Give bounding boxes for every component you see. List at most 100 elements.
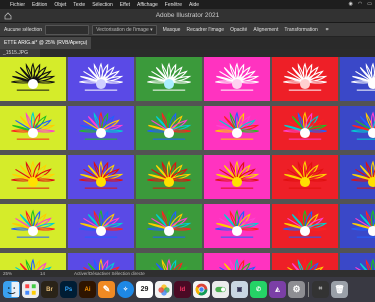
crop-image-button[interactable]: Recadrer l'image	[186, 27, 224, 33]
menu-item-texte[interactable]: Texte	[73, 2, 85, 8]
artboard[interactable]	[136, 106, 202, 150]
menu-item-edition[interactable]: Edition	[32, 2, 47, 8]
fan-motif	[151, 258, 188, 270]
menu-item-effet[interactable]: Effet	[120, 2, 130, 8]
fan-motif	[215, 62, 260, 91]
control-bar: Aucune sélection Vectorisation de l'imag…	[0, 23, 375, 37]
whatsapp-icon[interactable]: ✆	[250, 281, 267, 298]
menu-item-affichage[interactable]: Affichage	[137, 2, 158, 8]
selection-status: Aucune sélection	[4, 26, 43, 33]
artboard[interactable]	[0, 204, 66, 248]
artboard[interactable]	[68, 253, 134, 270]
fan-motif	[79, 160, 124, 189]
opacity-button[interactable]: Opacité	[230, 27, 247, 33]
fan-motif	[11, 160, 56, 189]
fan-motif	[215, 209, 260, 238]
fan-motif	[283, 62, 328, 91]
photos-icon[interactable]	[155, 281, 172, 298]
bridge-icon[interactable]: Br	[41, 281, 58, 298]
fan-motif	[215, 111, 260, 140]
fan-motif	[79, 62, 124, 91]
settings-icon[interactable]: ⚙	[288, 281, 305, 298]
panel-options-icon[interactable]: ⌗	[326, 27, 329, 33]
menu-item-objet[interactable]: Objet	[54, 2, 66, 8]
artboard[interactable]	[272, 106, 338, 150]
fan-motif	[79, 209, 124, 238]
artboard[interactable]	[204, 204, 270, 248]
calendar-icon[interactable]: 29	[136, 281, 153, 298]
artboard[interactable]	[68, 204, 134, 248]
illustrator-icon[interactable]: Ai	[79, 281, 96, 298]
indesign-icon[interactable]: Id	[174, 281, 191, 298]
artboard[interactable]	[136, 253, 202, 270]
align-button[interactable]: Alignement	[253, 27, 278, 33]
artboard[interactable]	[136, 57, 202, 101]
vectorize-dropdown-label: Vectorisation de l'image	[96, 26, 149, 33]
artboard[interactable]	[204, 106, 270, 150]
dock: Br Ps Ai ✎ ✧ 29 Id ▣ ✆ ◭ ⚙ ⌗ 🗑	[0, 277, 375, 302]
menu-item-fenetre[interactable]: Fenêtre	[165, 2, 182, 8]
pencil-icon[interactable]: ✎	[98, 281, 115, 298]
artboard[interactable]	[204, 155, 270, 199]
affinity-icon[interactable]: ◭	[269, 281, 286, 298]
creative-cloud-icon[interactable]: ◉	[349, 1, 353, 7]
battery-icon[interactable]: ▭	[367, 1, 372, 7]
artboard[interactable]	[272, 204, 338, 248]
vectorize-dropdown[interactable]: Vectorisation de l'image ▾	[92, 24, 157, 35]
fan-motif	[79, 111, 124, 140]
finder-icon[interactable]	[3, 281, 20, 298]
mask-button[interactable]: Masque	[163, 27, 181, 33]
artboard[interactable]	[340, 155, 375, 199]
artboard[interactable]	[204, 253, 270, 270]
artboard[interactable]	[272, 57, 338, 101]
menu-item-fichier[interactable]: Fichier	[10, 2, 25, 8]
transform-button[interactable]: Transformation	[284, 27, 317, 33]
zoom-level[interactable]: 25%	[3, 271, 12, 276]
chrome-icon[interactable]	[193, 281, 210, 298]
artboard-canvas[interactable]	[0, 57, 375, 270]
window-title: Adobe Illustrator 2021	[155, 12, 220, 19]
fan-motif	[283, 209, 328, 238]
artboard[interactable]	[136, 204, 202, 248]
artboard[interactable]	[340, 106, 375, 150]
artboard[interactable]	[136, 155, 202, 199]
trash-icon[interactable]: 🗑	[331, 281, 348, 298]
tab-image[interactable]: _1515.JPG	[0, 49, 40, 57]
artboard[interactable]	[340, 57, 375, 101]
artboard[interactable]	[272, 155, 338, 199]
fan-motif	[219, 258, 256, 270]
fan-motif	[355, 258, 375, 270]
wifi-icon[interactable]: ◠	[358, 1, 362, 7]
link-field[interactable]	[45, 24, 90, 35]
artboard[interactable]	[340, 253, 375, 270]
artboard[interactable]	[0, 253, 66, 270]
artboard[interactable]	[272, 253, 338, 270]
preview-icon[interactable]: ▣	[231, 281, 248, 298]
toggle-icon[interactable]	[212, 281, 229, 298]
artboard[interactable]	[68, 106, 134, 150]
artboard[interactable]	[340, 204, 375, 248]
fan-motif	[147, 209, 192, 238]
artboard[interactable]	[68, 155, 134, 199]
fan-motif	[283, 160, 328, 189]
photoshop-icon[interactable]: Ps	[60, 281, 77, 298]
launchpad-icon[interactable]	[22, 281, 39, 298]
artboard[interactable]	[204, 57, 270, 101]
menu-item-selection[interactable]: Sélection	[92, 2, 113, 8]
artboard[interactable]	[0, 106, 66, 150]
fan-motif	[11, 111, 56, 140]
screenshot-icon[interactable]: ⌗	[312, 281, 329, 298]
fan-motif	[351, 209, 375, 238]
tab-document[interactable]: ETTE ARIG.ai* @ 25% (RVB/Aperçu)	[0, 37, 92, 49]
artboard-number[interactable]: 14	[40, 271, 45, 276]
artboard[interactable]	[0, 57, 66, 101]
artboard[interactable]	[0, 155, 66, 199]
dock-separator	[308, 282, 309, 297]
tab-document-label: ETTE ARIG.ai* @ 25% (RVB/Aperçu)	[4, 40, 88, 46]
status-bar: 25% 14 Activer/Désactiver Sélection dire…	[0, 270, 375, 277]
safari-icon[interactable]: ✧	[117, 281, 134, 298]
menu-item-aide[interactable]: Aide	[189, 2, 199, 8]
status-message: Activer/Désactiver Sélection directe	[74, 271, 145, 276]
document-tabs: ETTE ARIG.ai* @ 25% (RVB/Aperçu)	[0, 37, 375, 49]
artboard[interactable]	[68, 57, 134, 101]
